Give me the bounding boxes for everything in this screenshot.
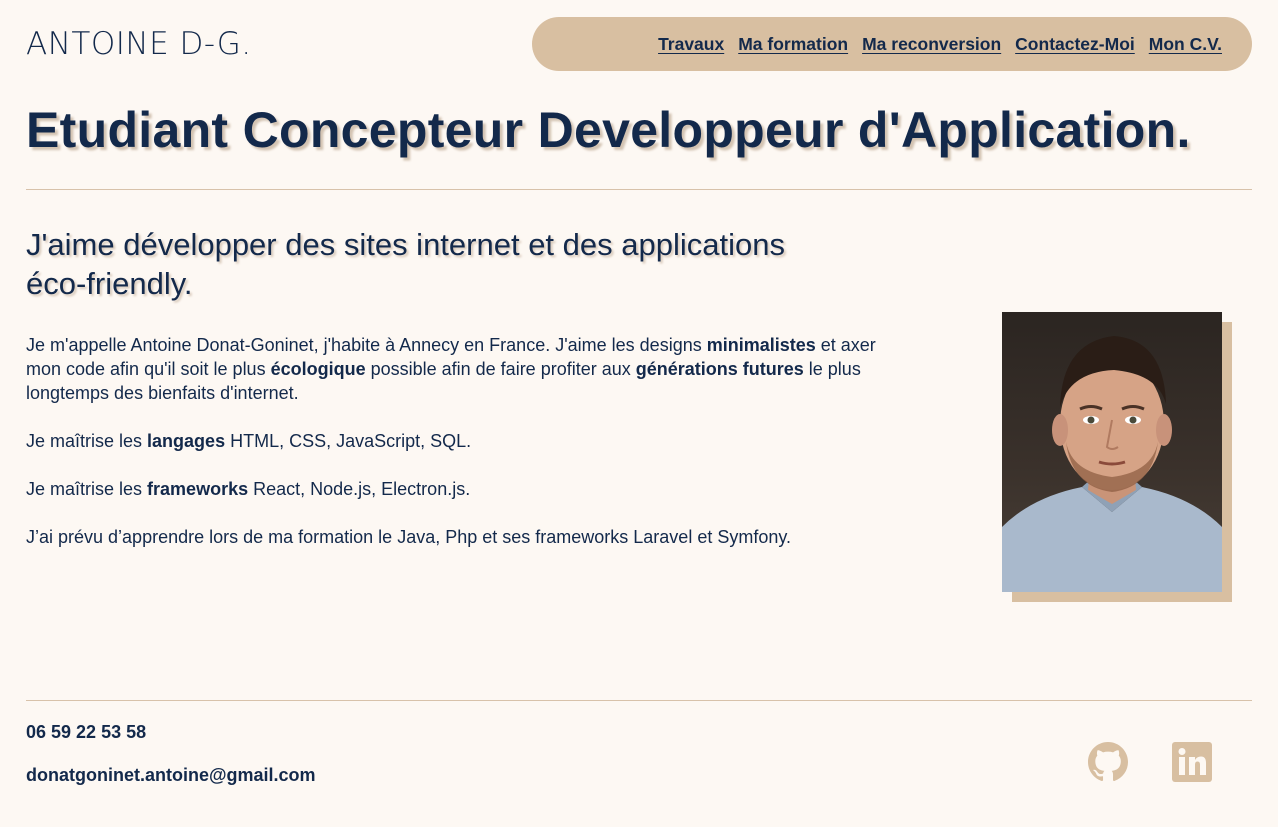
profile-photo-frame — [1002, 312, 1232, 602]
bio-emphasis: frameworks — [147, 479, 249, 499]
header: ANTOINE D-G. Travaux Ma formation Ma rec… — [0, 0, 1278, 90]
bio-emphasis: minimalistes — [706, 335, 816, 355]
bio-text: Je maîtrise les — [26, 431, 148, 451]
bio-paragraph-plans: J’ai prévu d’apprendre lors de ma format… — [26, 527, 792, 547]
profile-photo — [1002, 312, 1222, 592]
bio-text: possible afin de faire profiter aux — [365, 359, 636, 379]
github-icon[interactable] — [1088, 742, 1128, 782]
divider-bottom — [26, 700, 1252, 701]
bio-paragraph-languages: Je maîtrise les langages HTML, CSS, Java… — [26, 429, 876, 453]
bio-paragraph-frameworks: Je maîtrise les frameworks React, Node.j… — [26, 477, 876, 501]
bio-paragraph-intro: Je m'appelle Antoine Donat-Goninet, j'ha… — [26, 333, 876, 405]
nav-link-reconversion[interactable]: Ma reconversion — [862, 34, 1001, 55]
linkedin-icon[interactable] — [1172, 742, 1212, 782]
about-subtitle: J'aime développer des sites internet et … — [26, 227, 785, 301]
bio-text: Je maîtrise les — [26, 479, 148, 499]
page-title: Etudiant Concepteur Developpeur d'Applic… — [26, 102, 1191, 158]
nav-link-travaux[interactable]: Travaux — [658, 34, 724, 55]
nav-link-cv[interactable]: Mon C.V. — [1149, 34, 1222, 55]
bio-text: HTML, CSS, JavaScript, SQL. — [225, 431, 472, 451]
bio-emphasis: écologique — [270, 359, 366, 379]
site-logo[interactable]: ANTOINE D-G. — [26, 26, 252, 62]
nav-link-contact[interactable]: Contactez-Moi — [1015, 34, 1135, 55]
bio-emphasis: langages — [147, 431, 226, 451]
bio-emphasis: générations futures — [635, 359, 804, 379]
main-nav: Travaux Ma formation Ma reconversion Con… — [532, 17, 1252, 71]
nav-link-formation[interactable]: Ma formation — [738, 34, 848, 55]
about-bio: Je m'appelle Antoine Donat-Goninet, j'ha… — [26, 333, 876, 573]
github-glyph — [1088, 742, 1128, 782]
bio-text: Je m'appelle Antoine Donat-Goninet, j'ha… — [26, 335, 707, 355]
linkedin-glyph — [1172, 742, 1212, 782]
portrait-illustration — [1002, 336, 1222, 592]
footer-phone[interactable]: 06 59 22 53 58 — [26, 722, 146, 743]
divider-top — [26, 189, 1252, 190]
bio-text: React, Node.js, Electron.js. — [248, 479, 471, 499]
footer-email[interactable]: donatgoninet.antoine@gmail.com — [26, 765, 316, 786]
